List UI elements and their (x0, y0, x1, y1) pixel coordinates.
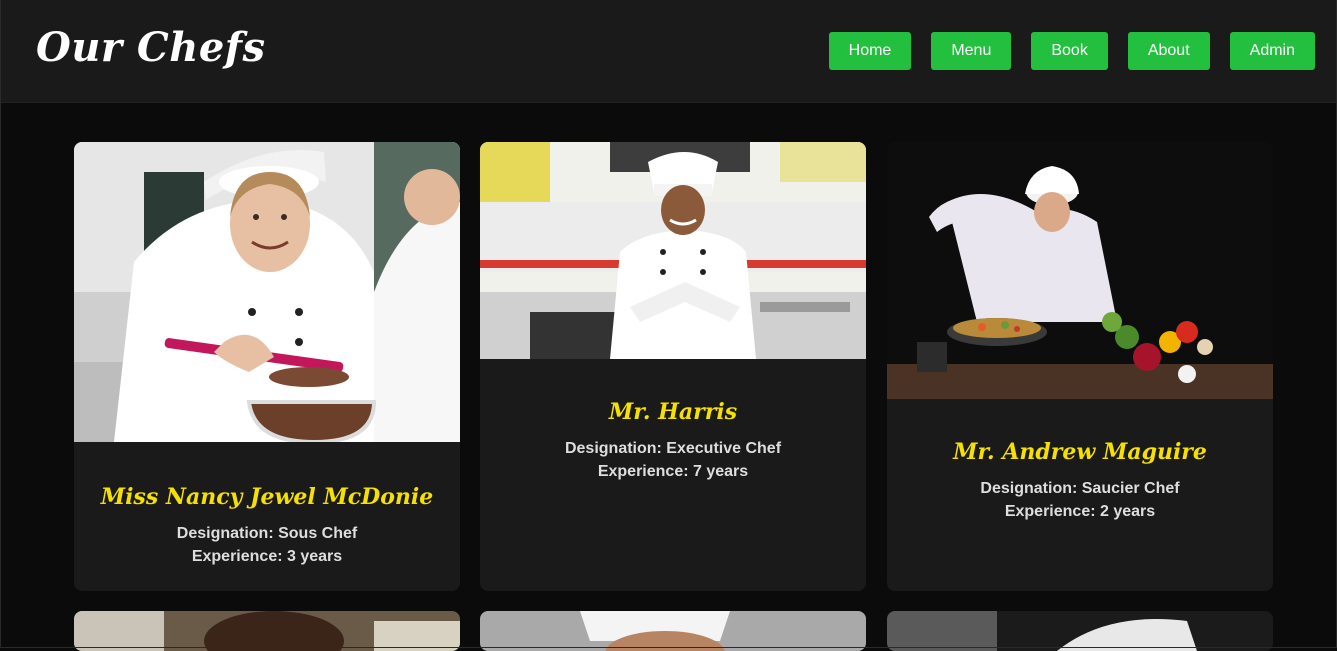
nav-home-button[interactable]: Home (828, 32, 912, 70)
nav-about-button[interactable]: About (1127, 32, 1210, 70)
chef-name: Mr. Andrew Maguire (953, 439, 1207, 465)
chef-experience: Experience: 7 years (597, 463, 749, 480)
chef-designation: Designation: Saucier Chef (980, 480, 1180, 497)
site-header: Our Chefs Home Menu Book About Admin (0, 0, 1337, 103)
chef-card: Miss Nancy Jewel McDonie Designation: So… (74, 142, 460, 591)
chef-designation: Designation: Executive Chef (564, 440, 782, 457)
chef-card: Mr. Andrew Maguire Designation: Saucier … (887, 142, 1273, 591)
chef-photo (480, 611, 866, 651)
chef-info: Miss Nancy Jewel McDonie Designation: So… (74, 442, 460, 568)
chef-info: Mr. Harris Designation: Executive Chef E… (480, 359, 866, 483)
chef-experience: Experience: 3 years (191, 548, 343, 565)
chef-photo (480, 142, 866, 359)
nav-admin-button[interactable]: Admin (1229, 32, 1315, 70)
chef-photo (887, 611, 1273, 651)
chef-name: Miss Nancy Jewel McDonie (100, 484, 434, 510)
chef-card: Mr. Harris Designation: Executive Chef E… (480, 142, 866, 591)
chef-experience: Experience: 2 years (1004, 503, 1156, 520)
chef-name: Mr. Harris (608, 399, 738, 425)
chef-card (74, 611, 460, 651)
page-title: Our Chefs (36, 24, 266, 71)
chef-info: Mr. Andrew Maguire Designation: Saucier … (887, 399, 1273, 523)
chef-designation: Designation: Sous Chef (176, 525, 358, 542)
chef-photo (74, 142, 460, 442)
chef-card (887, 611, 1273, 651)
chef-photo (74, 611, 460, 651)
chef-photo (887, 142, 1273, 399)
chef-card (480, 611, 866, 651)
nav-menu-button[interactable]: Menu (931, 32, 1012, 70)
main-nav: Home Menu Book About Admin (828, 32, 1315, 70)
nav-book-button[interactable]: Book (1031, 32, 1108, 70)
